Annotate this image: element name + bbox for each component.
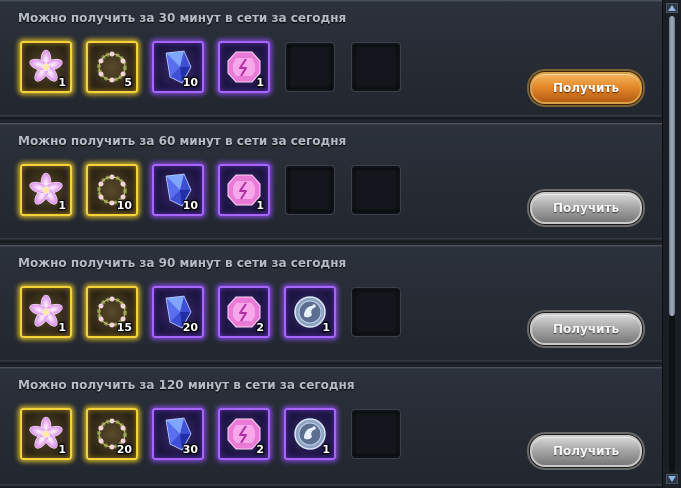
item-slot[interactable]: 1 <box>216 162 272 218</box>
empty-item-slot <box>348 39 404 95</box>
item-count: 20 <box>116 443 132 456</box>
scroll-thumb[interactable] <box>669 16 675 316</box>
empty-item-slot <box>282 162 338 218</box>
slot-frame <box>286 43 334 91</box>
item-count: 10 <box>182 76 198 89</box>
item-count: 1 <box>322 443 330 456</box>
empty-item-slot <box>282 39 338 95</box>
slot-frame <box>352 43 400 91</box>
slot-frame <box>352 288 400 336</box>
item-slot[interactable]: 10 <box>150 39 206 95</box>
reward-panel: Можно получить за 120 минут в сети за се… <box>0 367 662 488</box>
scroll-up-arrow-icon[interactable] <box>666 3 678 13</box>
item-slot[interactable]: 1 <box>282 284 338 340</box>
empty-item-slot <box>348 406 404 462</box>
item-slot[interactable]: 2 <box>216 406 272 462</box>
claim-button[interactable]: Получить <box>530 435 642 467</box>
item-slot[interactable]: 1 <box>18 39 74 95</box>
item-slot[interactable]: 20 <box>150 284 206 340</box>
item-slot[interactable]: 1 <box>216 39 272 95</box>
empty-item-slot <box>348 162 404 218</box>
item-slot[interactable]: 1 <box>282 406 338 462</box>
panel-title: Можно получить за 90 минут в сети за сег… <box>18 256 347 270</box>
item-count: 1 <box>322 321 330 334</box>
rewards-list: Можно получить за 30 минут в сети за сег… <box>0 0 662 488</box>
item-count: 1 <box>58 76 66 89</box>
panel-title: Можно получить за 60 минут в сети за сег… <box>18 134 347 148</box>
item-slot[interactable]: 15 <box>84 284 140 340</box>
scroll-down-arrow-icon[interactable] <box>666 474 678 484</box>
item-count: 10 <box>182 199 198 212</box>
item-count: 2 <box>256 321 264 334</box>
item-count: 15 <box>116 321 132 334</box>
item-slot[interactable]: 1 <box>18 406 74 462</box>
item-count: 1 <box>58 321 66 334</box>
claim-button[interactable]: Получить <box>530 72 642 104</box>
item-count: 1 <box>58 443 66 456</box>
reward-panel: Можно получить за 60 минут в сети за сег… <box>0 123 662 242</box>
empty-item-slot <box>348 284 404 340</box>
item-count: 5 <box>124 76 132 89</box>
claim-button[interactable]: Получить <box>530 192 642 224</box>
item-count: 20 <box>182 321 198 334</box>
item-count: 1 <box>256 76 264 89</box>
item-count: 2 <box>256 443 264 456</box>
item-slot[interactable]: 5 <box>84 39 140 95</box>
item-slot[interactable]: 30 <box>150 406 206 462</box>
item-count: 1 <box>58 199 66 212</box>
item-count: 1 <box>256 199 264 212</box>
scrollbar[interactable] <box>662 0 681 488</box>
item-count: 30 <box>182 443 198 456</box>
item-slot[interactable]: 10 <box>84 162 140 218</box>
item-slot[interactable]: 20 <box>84 406 140 462</box>
item-slot[interactable]: 10 <box>150 162 206 218</box>
reward-panel: Можно получить за 90 минут в сети за сег… <box>0 245 662 364</box>
slot-frame <box>286 166 334 214</box>
item-slot[interactable]: 1 <box>18 284 74 340</box>
claim-button[interactable]: Получить <box>530 313 642 345</box>
slot-frame <box>352 166 400 214</box>
item-slot[interactable]: 1 <box>18 162 74 218</box>
panel-title: Можно получить за 30 минут в сети за сег… <box>18 11 347 25</box>
item-slot[interactable]: 2 <box>216 284 272 340</box>
item-count: 10 <box>116 199 132 212</box>
panel-title: Можно получить за 120 минут в сети за се… <box>18 378 355 392</box>
slot-frame <box>352 410 400 458</box>
